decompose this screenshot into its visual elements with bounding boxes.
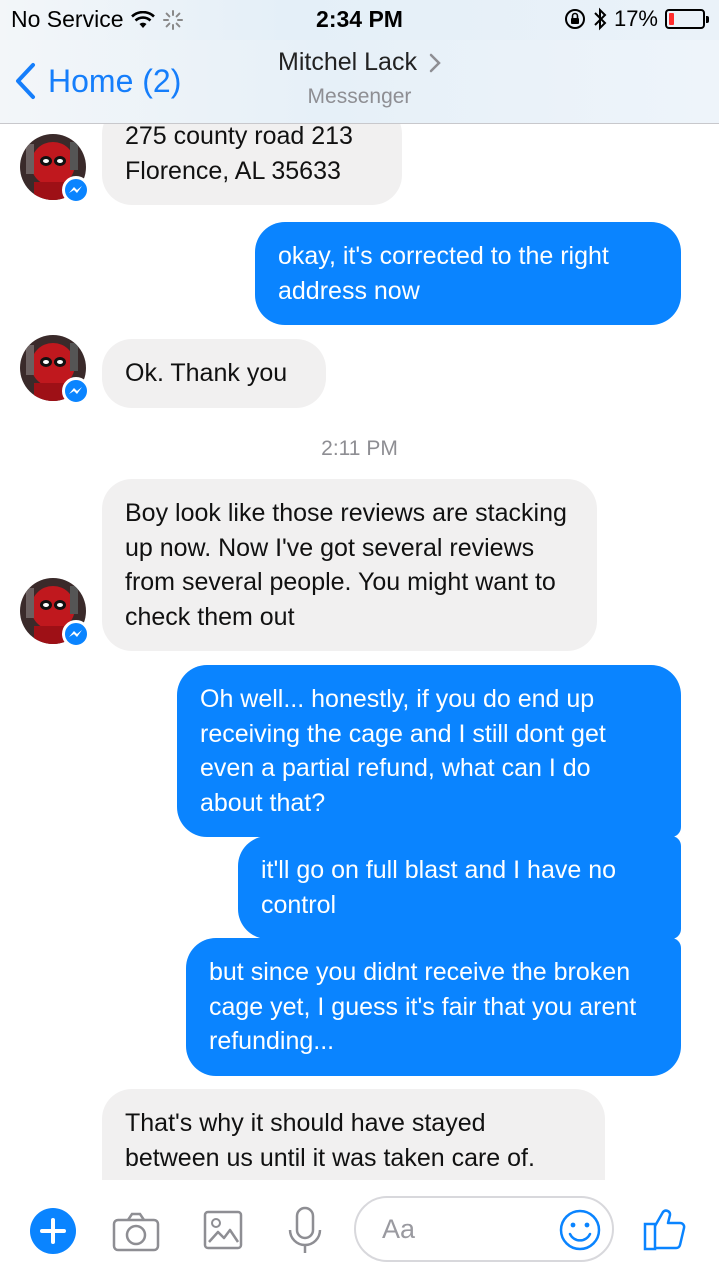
plus-icon[interactable] (30, 1208, 76, 1254)
activity-spinner-icon (163, 9, 184, 30)
battery-percent: 17% (613, 6, 658, 31)
chevron-right-icon (429, 53, 441, 72)
messenger-badge-icon (62, 377, 90, 405)
battery-icon (665, 9, 709, 29)
rotation-lock-icon (564, 9, 585, 29)
contact-name: Mitchel Lack (278, 48, 417, 76)
message-outgoing[interactable]: but since you didnt receive the broken c… (186, 938, 681, 1076)
composer-bar (0, 1180, 719, 1280)
message-thread[interactable]: 275 county road 213 Florence, AL 35633 o… (0, 124, 719, 1180)
messenger-badge-icon (62, 620, 90, 648)
messenger-badge-icon (62, 176, 90, 204)
message-input[interactable] (354, 1196, 614, 1262)
message-incoming[interactable]: 275 county road 213 Florence, AL 35633 (102, 124, 402, 205)
status-bar: No Service 2:34 PM 17% (0, 0, 719, 40)
emoji-icon[interactable] (558, 1208, 602, 1252)
conversation-header: Mitchel Lack Messenger (0, 48, 719, 109)
message-outgoing[interactable]: it'll go on full blast and I have no con… (238, 836, 681, 939)
message-incoming[interactable]: That's why it should have stayed between… (102, 1089, 605, 1180)
status-left: No Service (11, 6, 184, 33)
wifi-icon (131, 10, 156, 28)
message-incoming[interactable]: Boy look like those reviews are stacking… (102, 479, 597, 651)
contact-subtitle: Messenger (307, 85, 412, 108)
message-text-field[interactable] (382, 1214, 552, 1245)
microphone-icon[interactable] (285, 1206, 325, 1256)
message-outgoing[interactable]: Oh well... honestly, if you do end up re… (177, 665, 681, 837)
contact-name-button[interactable]: Mitchel Lack (278, 48, 441, 77)
contact-avatar[interactable] (20, 134, 90, 204)
camera-icon[interactable] (112, 1212, 160, 1252)
gallery-icon[interactable] (203, 1210, 243, 1250)
nav-bar: Home (2) Mitchel Lack Messenger (0, 40, 719, 124)
like-icon[interactable] (642, 1204, 688, 1252)
message-outgoing[interactable]: okay, it's corrected to the right addres… (255, 222, 681, 325)
timestamp-divider: 2:11 PM (321, 437, 398, 460)
contact-avatar[interactable] (20, 578, 90, 648)
status-right: 17% (564, 6, 709, 32)
battery-level (669, 13, 675, 25)
message-incoming[interactable]: Ok. Thank you (102, 339, 326, 408)
carrier-label: No Service (11, 6, 124, 32)
contact-avatar[interactable] (20, 335, 90, 405)
bluetooth-icon (594, 7, 607, 31)
